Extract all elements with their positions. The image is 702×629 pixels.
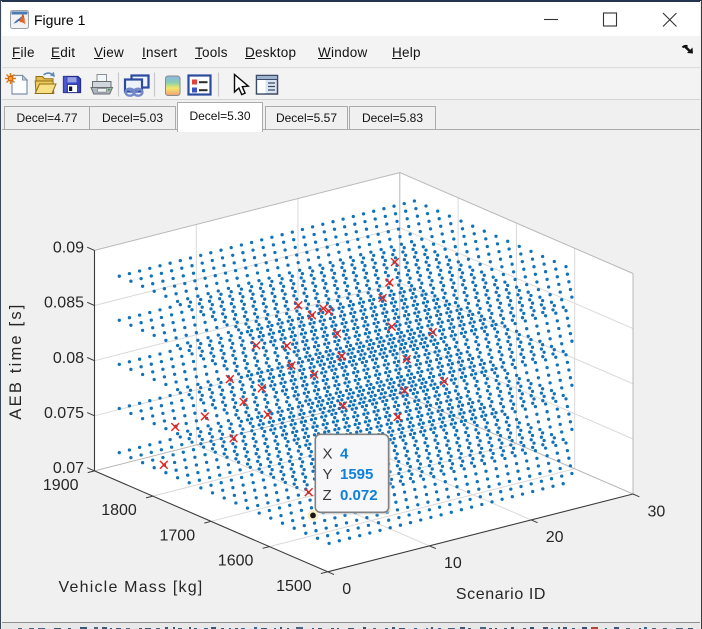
svg-text:1595: 1595 bbox=[340, 466, 373, 483]
svg-text:Y: Y bbox=[323, 466, 333, 483]
svg-text:0.07: 0.07 bbox=[53, 460, 84, 477]
svg-text:0.072: 0.072 bbox=[340, 487, 378, 504]
svg-text:0.075: 0.075 bbox=[44, 405, 84, 422]
svg-text:1900: 1900 bbox=[43, 477, 79, 494]
svg-text:Vehicle Mass [kg]: Vehicle Mass [kg] bbox=[59, 579, 204, 596]
svg-text:1700: 1700 bbox=[160, 527, 196, 544]
svg-text:X: X bbox=[323, 446, 333, 463]
svg-text:Z: Z bbox=[323, 487, 332, 504]
svg-text:30: 30 bbox=[648, 503, 666, 520]
svg-text:AEB time [s]: AEB time [s] bbox=[7, 302, 25, 419]
svg-text:10: 10 bbox=[444, 555, 462, 572]
svg-text:20: 20 bbox=[546, 529, 564, 546]
svg-text:Scenario ID: Scenario ID bbox=[456, 586, 546, 603]
svg-text:0: 0 bbox=[342, 581, 351, 598]
svg-text:4: 4 bbox=[340, 446, 349, 463]
svg-text:0.085: 0.085 bbox=[44, 295, 84, 312]
svg-text:1800: 1800 bbox=[101, 502, 137, 519]
svg-text:0.08: 0.08 bbox=[53, 350, 84, 367]
svg-text:0.09: 0.09 bbox=[53, 240, 84, 257]
svg-text:1500: 1500 bbox=[276, 578, 312, 595]
svg-text:1600: 1600 bbox=[218, 553, 254, 570]
